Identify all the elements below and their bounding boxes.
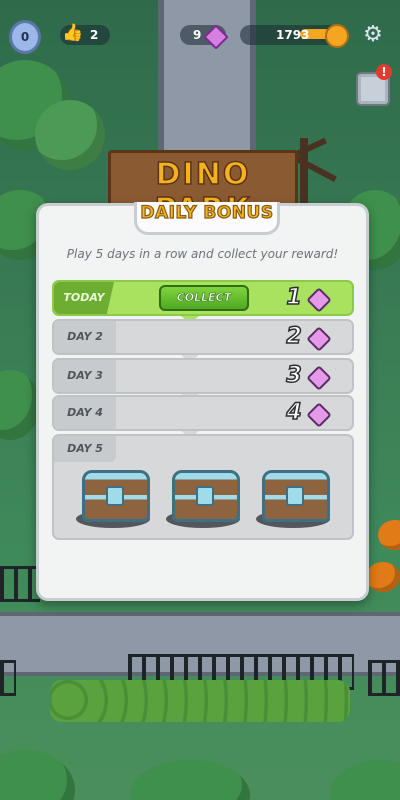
modal-title: DAILY BONUS xyxy=(140,202,274,223)
day-row-3: DAY 3 3 xyxy=(52,358,354,394)
modal-subtitle: Play 5 days in a row and collect your re… xyxy=(66,247,339,261)
reward-amount: 4 xyxy=(286,399,303,426)
reward-amount: 3 xyxy=(286,362,303,389)
gem-icon xyxy=(306,402,332,428)
day-row-today: TODAY COLLECT 1 xyxy=(52,280,354,316)
chest-lock xyxy=(286,486,304,506)
treasure-chest-icon xyxy=(256,466,330,528)
day-label: DAY 5 xyxy=(54,436,116,462)
gem-icon xyxy=(306,326,332,352)
reward-amount: 1 xyxy=(286,284,303,311)
day-label: TODAY xyxy=(54,282,114,314)
chest-lock xyxy=(106,486,124,506)
treasure-chest-icon xyxy=(166,466,240,528)
gem-icon xyxy=(306,365,332,391)
daily-bonus-modal: DAILY BONUS Play 5 days in a row and col… xyxy=(36,202,369,601)
day-row-2: DAY 2 2 xyxy=(52,319,354,355)
day-row-5: DAY 5 xyxy=(52,434,354,540)
chest-lock xyxy=(196,486,214,506)
collect-button[interactable]: COLLECT xyxy=(159,285,249,311)
reward-amount: 2 xyxy=(286,323,303,350)
title-tab: DAILY BONUS xyxy=(134,202,280,235)
treasure-chest-icon xyxy=(76,466,150,528)
gem-icon xyxy=(306,287,332,313)
day-label: DAY 4 xyxy=(54,397,116,429)
day-label: DAY 3 xyxy=(54,360,116,392)
day-label: DAY 2 xyxy=(54,321,116,353)
day-row-4: DAY 4 4 xyxy=(52,395,354,431)
